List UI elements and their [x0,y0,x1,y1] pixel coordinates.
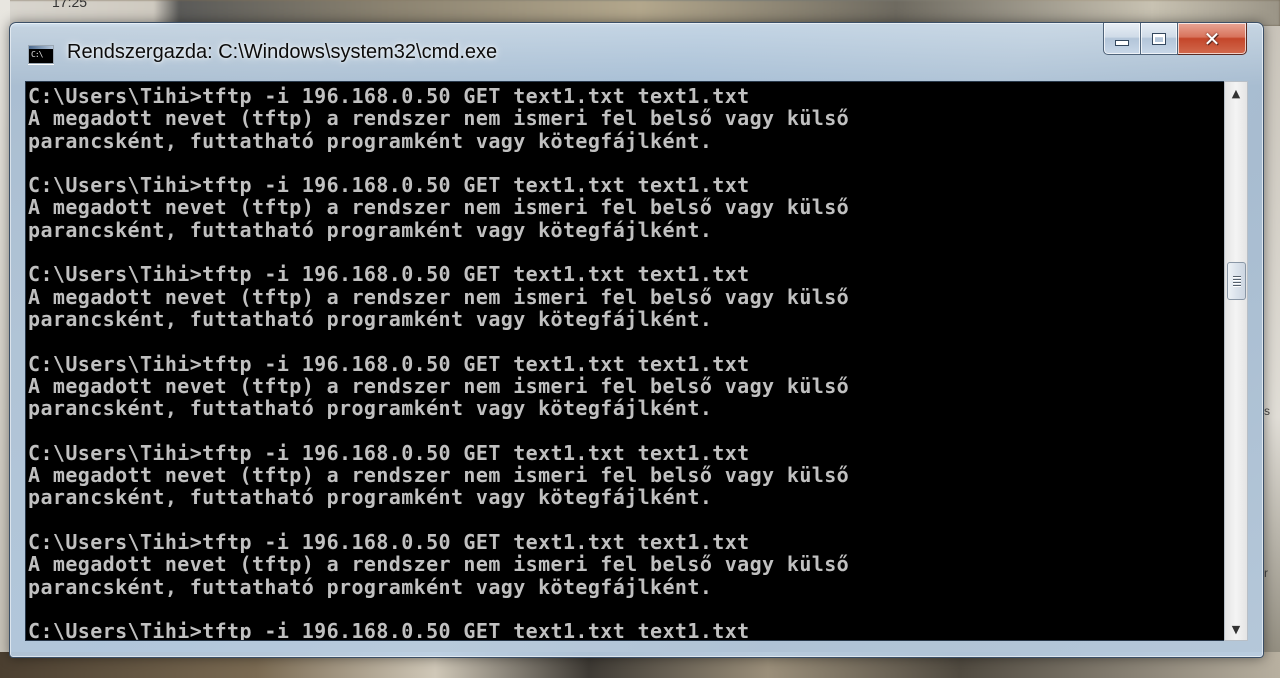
close-icon: ✕ [1203,26,1221,51]
vertical-scrollbar[interactable]: ▲ ▼ [1224,81,1248,641]
window-title: Rendszergazda: C:\Windows\system32\cmd.e… [67,41,498,63]
console-line: C:\Users\Tihi>tftp -i 196.168.0.50 GET t… [28,351,750,376]
scroll-thumb[interactable] [1227,262,1246,300]
console-line: parancsként, futtatható programként vagy… [28,217,713,242]
console-line: C:\Users\Tihi>tftp -i 196.168.0.50 GET t… [28,440,750,465]
arrow-down-icon: ▼ [1231,622,1241,636]
console-line: parancsként, futtatható programként vagy… [28,128,713,153]
minimize-button[interactable] [1103,23,1141,55]
minimize-icon [1115,39,1129,46]
console-output[interactable]: C:\Users\Tihi>tftp -i 196.168.0.50 GET t… [25,81,1225,641]
maximize-icon [1152,32,1166,45]
console-line: A megadott nevet (tftp) a rendszer nem i… [28,284,850,309]
taskbar-clock: 17:25 [52,0,88,10]
caption-buttons: ✕ [1103,23,1247,57]
cmd-icon-text: C:\ [31,50,43,59]
console-line: C:\Users\Tihi>tftp -i 196.168.0.50 GET t… [28,262,750,287]
console-line: A megadott nevet (tftp) a rendszer nem i… [28,463,850,488]
console-line: C:\Users\Tihi>tftp -i 196.168.0.50 GET t… [28,529,750,554]
close-button[interactable]: ✕ [1178,23,1247,55]
grip-line [1232,282,1241,283]
title-bar[interactable]: C:\ Rendszergazda: C:\Windows\system32\c… [10,23,1263,79]
cmd-window: C:\ Rendszergazda: C:\Windows\system32\c… [9,22,1264,658]
console-line: A megadott nevet (tftp) a rendszer nem i… [28,552,850,577]
cmd-icon[interactable]: C:\ [28,45,54,64]
console-line: A megadott nevet (tftp) a rendszer nem i… [28,373,850,398]
grip-line [1232,276,1241,277]
console-line: parancsként, futtatható programként vagy… [28,306,713,331]
arrow-up-icon: ▲ [1231,86,1241,100]
console-line: C:\Users\Tihi>tftp -i 196.168.0.50 GET t… [28,84,750,108]
desktop-glyph: s [1264,404,1270,418]
scroll-up-button[interactable]: ▲ [1225,82,1247,104]
console-line: A megadott nevet (tftp) a rendszer nem i… [28,106,850,131]
console-line: C:\Users\Tihi>tftp -i 196.168.0.50 GET t… [28,173,750,198]
maximize-button[interactable] [1141,23,1178,55]
console-line: A megadott nevet (tftp) a rendszer nem i… [28,195,850,220]
desktop-glyph: r [1264,566,1268,580]
console-line: C:\Users\Tihi>tftp -i 196.168.0.50 GET t… [28,619,750,641]
console-line: parancsként, futtatható programként vagy… [28,485,713,510]
console-line: parancsként, futtatható programként vagy… [28,396,713,421]
grip-line [1232,285,1241,286]
console-line: parancsként, futtatható programként vagy… [28,574,713,599]
grip-line [1232,279,1241,280]
desktop-background-right: s r [1262,26,1280,678]
scroll-down-button[interactable]: ▼ [1225,618,1247,640]
console-text: C:\Users\Tihi>tftp -i 196.168.0.50 GET t… [28,84,850,641]
